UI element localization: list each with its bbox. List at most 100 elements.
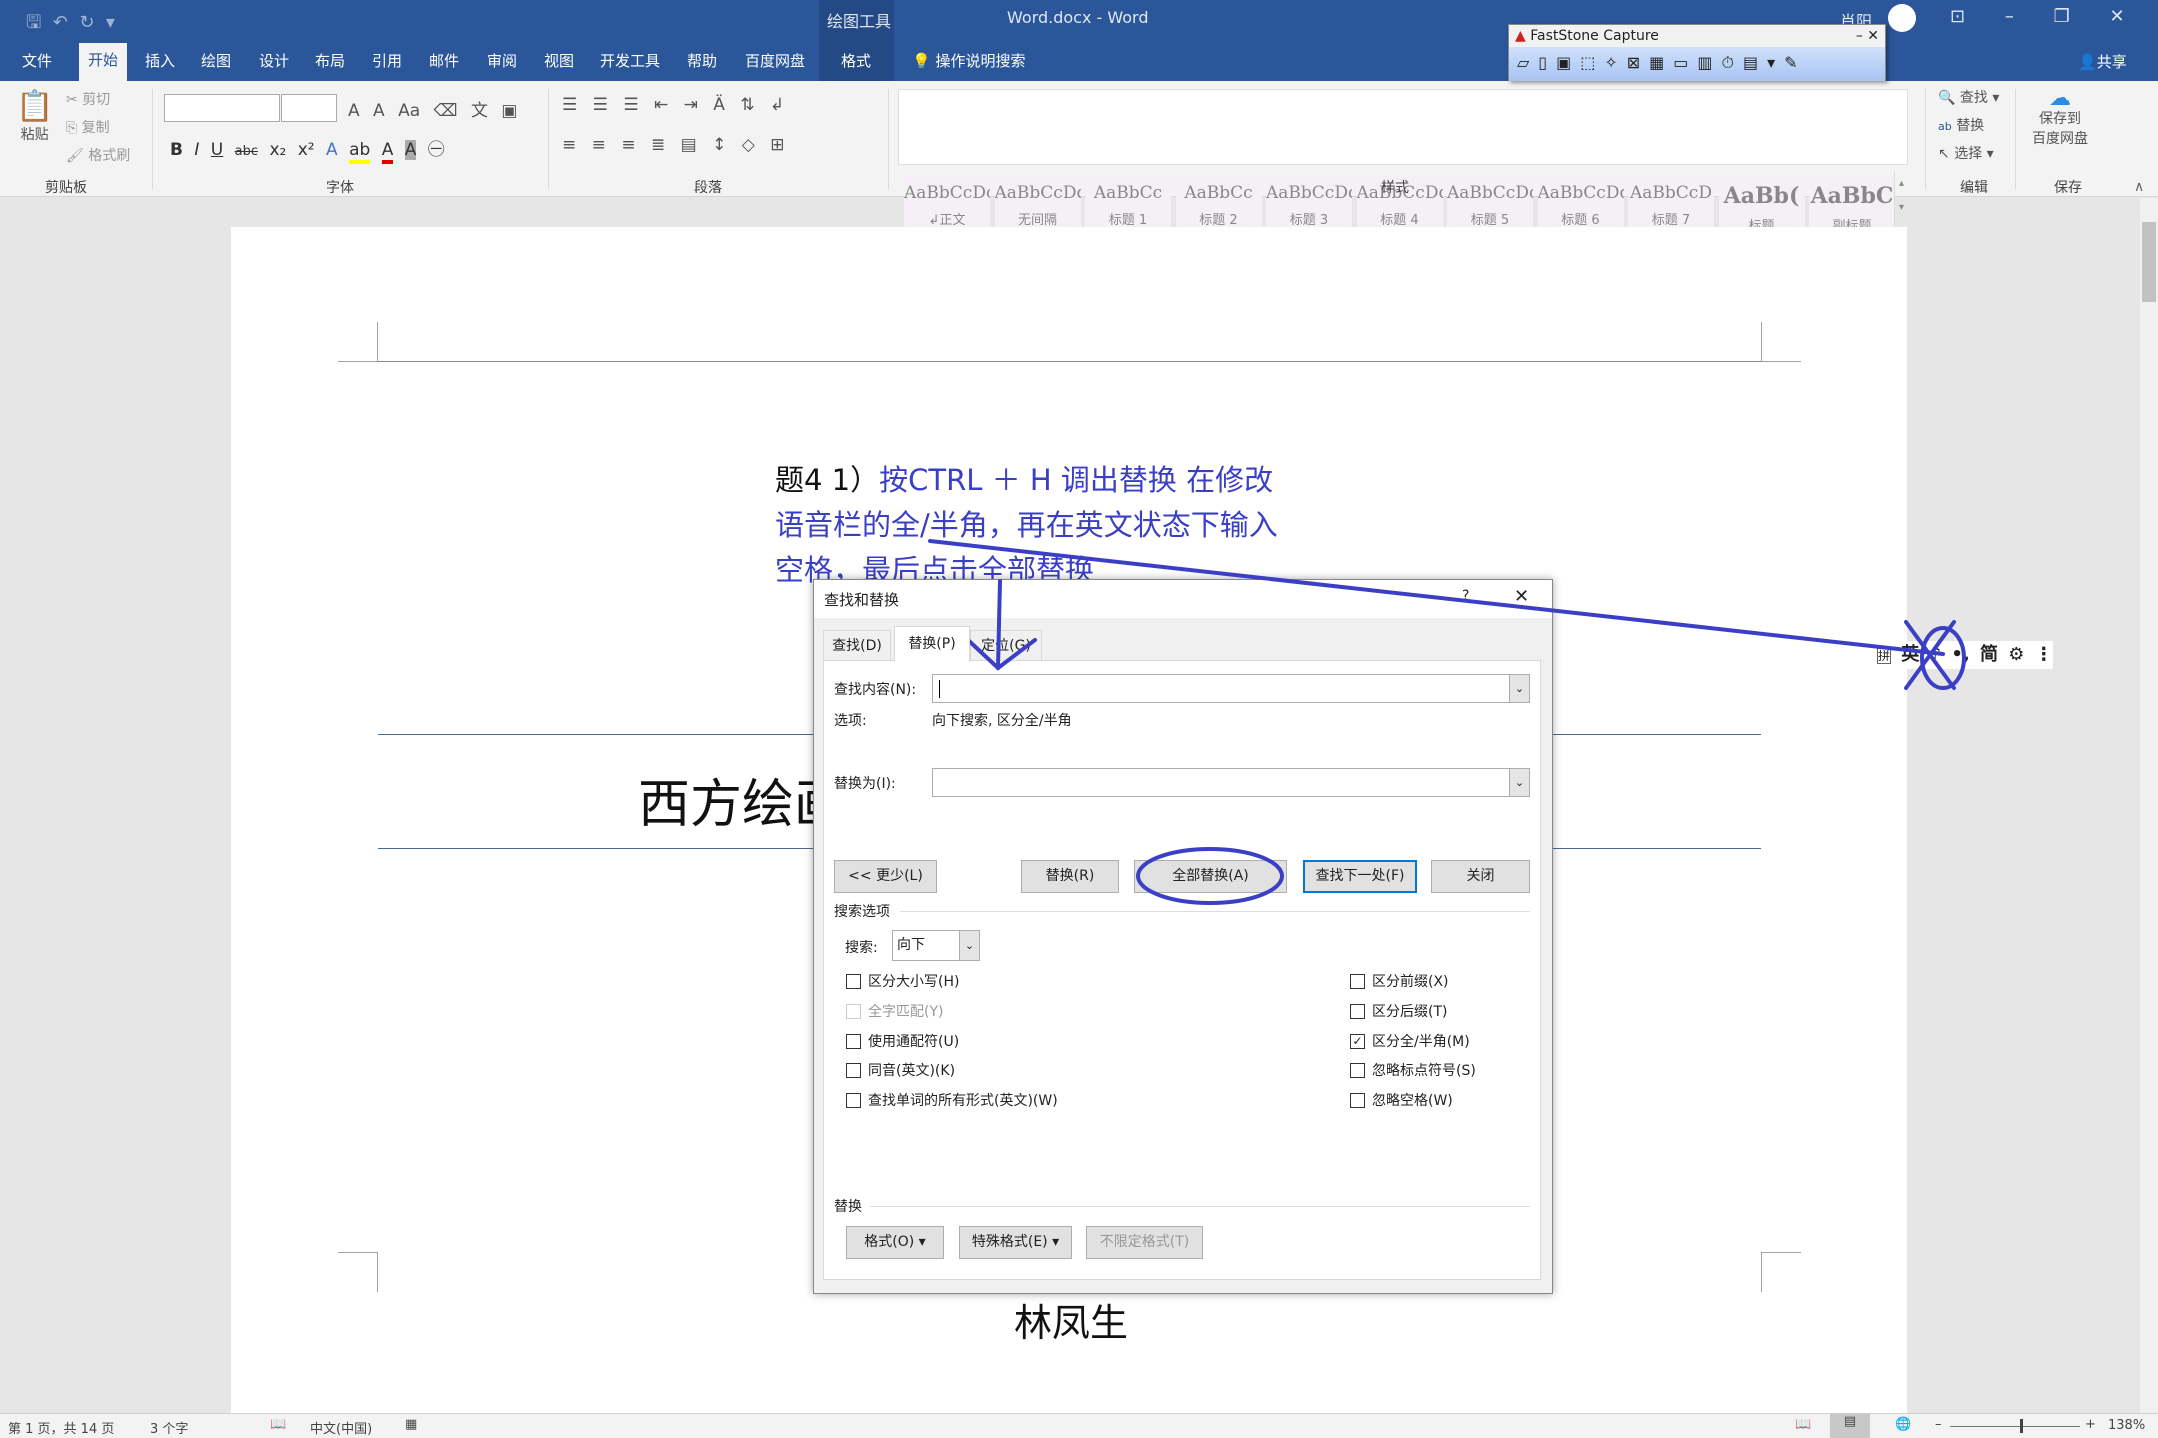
- borders-icon[interactable]: ⊞: [770, 135, 784, 155]
- undo-icon[interactable]: ↶: [53, 12, 68, 33]
- paste-button[interactable]: 📋 粘贴: [16, 89, 53, 144]
- line-spacing-icon[interactable]: ↕: [712, 135, 726, 155]
- tab-developer[interactable]: 开发工具: [591, 49, 669, 81]
- align-left-icon[interactable]: ≡: [562, 135, 576, 155]
- print-layout-icon[interactable]: ▤: [1830, 1414, 1870, 1438]
- checkbox[interactable]: [1350, 1062, 1365, 1078]
- find-button[interactable]: 🔍 查找 ▾: [1938, 87, 1999, 107]
- find-what-input[interactable]: ⌄: [932, 674, 1530, 703]
- char-shading-icon[interactable]: A: [404, 140, 417, 160]
- ime-menu-icon[interactable]: ⋮: [2035, 644, 2053, 665]
- chevron-down-icon[interactable]: ⌄: [1509, 769, 1529, 796]
- decrease-indent-icon[interactable]: ⇤: [654, 95, 668, 115]
- ime-fullwidth-toggle[interactable]: ♪: [1930, 644, 1942, 665]
- tab-insert[interactable]: 插入: [136, 49, 184, 81]
- save-to-baidu-button[interactable]: ☁ 保存到 百度网盘: [2032, 88, 2088, 149]
- close-icon[interactable]: ✕: [2109, 6, 2124, 27]
- checkbox[interactable]: [1350, 973, 1365, 989]
- checkbox[interactable]: [846, 1033, 861, 1049]
- share-button[interactable]: 👤共享: [2078, 51, 2127, 72]
- ime-simplified-toggle[interactable]: 简: [1980, 644, 1998, 665]
- grow-font-icon[interactable]: A: [348, 101, 360, 121]
- enclose-char-icon[interactable]: ㊀: [428, 140, 445, 160]
- ime-language-toggle[interactable]: 英: [1901, 644, 1919, 665]
- zoom-in-button[interactable]: +: [2085, 1417, 2096, 1432]
- checkbox[interactable]: ✓: [1350, 1033, 1365, 1049]
- show-marks-icon[interactable]: ↲: [770, 95, 784, 115]
- tab-references[interactable]: 引用: [363, 49, 411, 81]
- checkbox-option[interactable]: 区分前缀(X): [1350, 971, 1449, 991]
- sort-icon[interactable]: ⇅: [740, 95, 754, 115]
- checkbox-option[interactable]: 区分大小写(H): [846, 971, 959, 991]
- find-next-button[interactable]: 查找下一处(F): [1303, 860, 1417, 893]
- numbering-icon[interactable]: ☰: [593, 95, 608, 115]
- checkbox-option[interactable]: 同音(英文)(K): [846, 1060, 955, 1080]
- align-center-icon[interactable]: ≡: [592, 135, 606, 155]
- phonetic-icon[interactable]: 文: [471, 101, 488, 121]
- chevron-down-icon[interactable]: ⌄: [959, 931, 979, 960]
- shading-icon[interactable]: ◇: [742, 135, 755, 155]
- search-direction-select[interactable]: 向下 ⌄: [892, 930, 980, 961]
- language-indicator[interactable]: 中文(中国): [310, 1418, 372, 1437]
- text-effects-icon[interactable]: A: [326, 140, 338, 160]
- collapse-ribbon-icon[interactable]: ∧: [2134, 179, 2144, 195]
- replace-with-input[interactable]: ⌄: [932, 768, 1530, 797]
- format-painter-button[interactable]: 🖌 格式刷: [66, 145, 130, 165]
- zoom-level[interactable]: 138%: [2108, 1418, 2145, 1433]
- tab-file[interactable]: 文件: [13, 49, 61, 81]
- copy-button[interactable]: ⎘ 复制: [66, 117, 110, 137]
- read-mode-icon[interactable]: 📖: [1795, 1417, 1811, 1432]
- select-button[interactable]: ↖ 选择 ▾: [1938, 143, 1994, 163]
- restore-icon[interactable]: ❐: [2054, 6, 2070, 27]
- checkbox[interactable]: [1350, 1003, 1365, 1019]
- tab-find[interactable]: 查找(D): [823, 630, 891, 661]
- clear-format-icon[interactable]: ⌫: [434, 101, 458, 121]
- faststone-toolbar[interactable]: ▱▯▣⬚✧⊠▦▭▥⏱▤▾✎: [1509, 47, 1885, 81]
- underline-button[interactable]: U: [211, 140, 223, 160]
- save-icon[interactable]: 🖫: [26, 12, 41, 33]
- ime-punctuation-toggle[interactable]: •,: [1951, 644, 1969, 665]
- zoom-slider[interactable]: [1950, 1419, 2080, 1433]
- redo-icon[interactable]: ↻: [79, 12, 94, 33]
- superscript-button[interactable]: x²: [298, 140, 315, 160]
- change-case-icon[interactable]: Aa: [398, 101, 420, 121]
- checkbox[interactable]: [846, 1062, 861, 1078]
- faststone-window-controls[interactable]: – ✕: [1856, 25, 1879, 47]
- zoom-slider-thumb[interactable]: [2020, 1419, 2023, 1433]
- proofing-icon[interactable]: 📖: [270, 1417, 286, 1432]
- align-right-icon[interactable]: ≡: [621, 135, 635, 155]
- checkbox[interactable]: [846, 1003, 861, 1019]
- font-name-select[interactable]: [164, 94, 280, 122]
- justify-icon[interactable]: ≣: [651, 135, 665, 155]
- checkbox-option[interactable]: 忽略标点符号(S): [1350, 1060, 1476, 1080]
- tab-mailings[interactable]: 邮件: [420, 49, 468, 81]
- format-button[interactable]: 格式(O) ▾: [846, 1226, 944, 1259]
- minimize-icon[interactable]: –: [2005, 6, 2014, 27]
- scrollbar-thumb[interactable]: [2142, 222, 2156, 302]
- less-button[interactable]: << 更少(L): [834, 860, 937, 893]
- help-button[interactable]: ?: [1462, 588, 1469, 604]
- highlight-icon[interactable]: ab: [349, 140, 371, 164]
- font-color-icon[interactable]: A: [381, 140, 394, 164]
- close-button[interactable]: 关闭: [1431, 860, 1530, 893]
- increase-indent-icon[interactable]: ⇥: [684, 95, 698, 115]
- web-layout-icon[interactable]: 🌐: [1895, 1417, 1911, 1432]
- multilevel-icon[interactable]: ☰: [623, 95, 638, 115]
- shrink-font-icon[interactable]: A: [373, 101, 385, 121]
- strikethrough-button[interactable]: abc: [235, 144, 258, 159]
- checkbox[interactable]: [1350, 1092, 1365, 1108]
- tab-draw[interactable]: 绘图: [192, 49, 240, 81]
- tab-baidu-netdisk[interactable]: 百度网盘: [736, 49, 814, 81]
- char-border-icon[interactable]: ▣: [501, 101, 517, 121]
- checkbox-option[interactable]: 查找单词的所有形式(英文)(W): [846, 1090, 1058, 1110]
- tab-format[interactable]: 格式: [832, 49, 880, 81]
- bold-button[interactable]: B: [170, 140, 183, 160]
- replace-all-button[interactable]: 全部替换(A): [1134, 860, 1287, 893]
- cut-button[interactable]: ✂ 剪切: [66, 89, 110, 109]
- checkbox-option[interactable]: 全字匹配(Y): [846, 1001, 943, 1021]
- vertical-scrollbar[interactable]: [2140, 198, 2158, 1413]
- tab-home[interactable]: 开始: [78, 43, 128, 81]
- tab-replace[interactable]: 替换(P): [894, 626, 970, 662]
- tell-me-search[interactable]: 💡 操作说明搜索: [912, 50, 1025, 71]
- customize-icon[interactable]: ▾: [106, 12, 115, 33]
